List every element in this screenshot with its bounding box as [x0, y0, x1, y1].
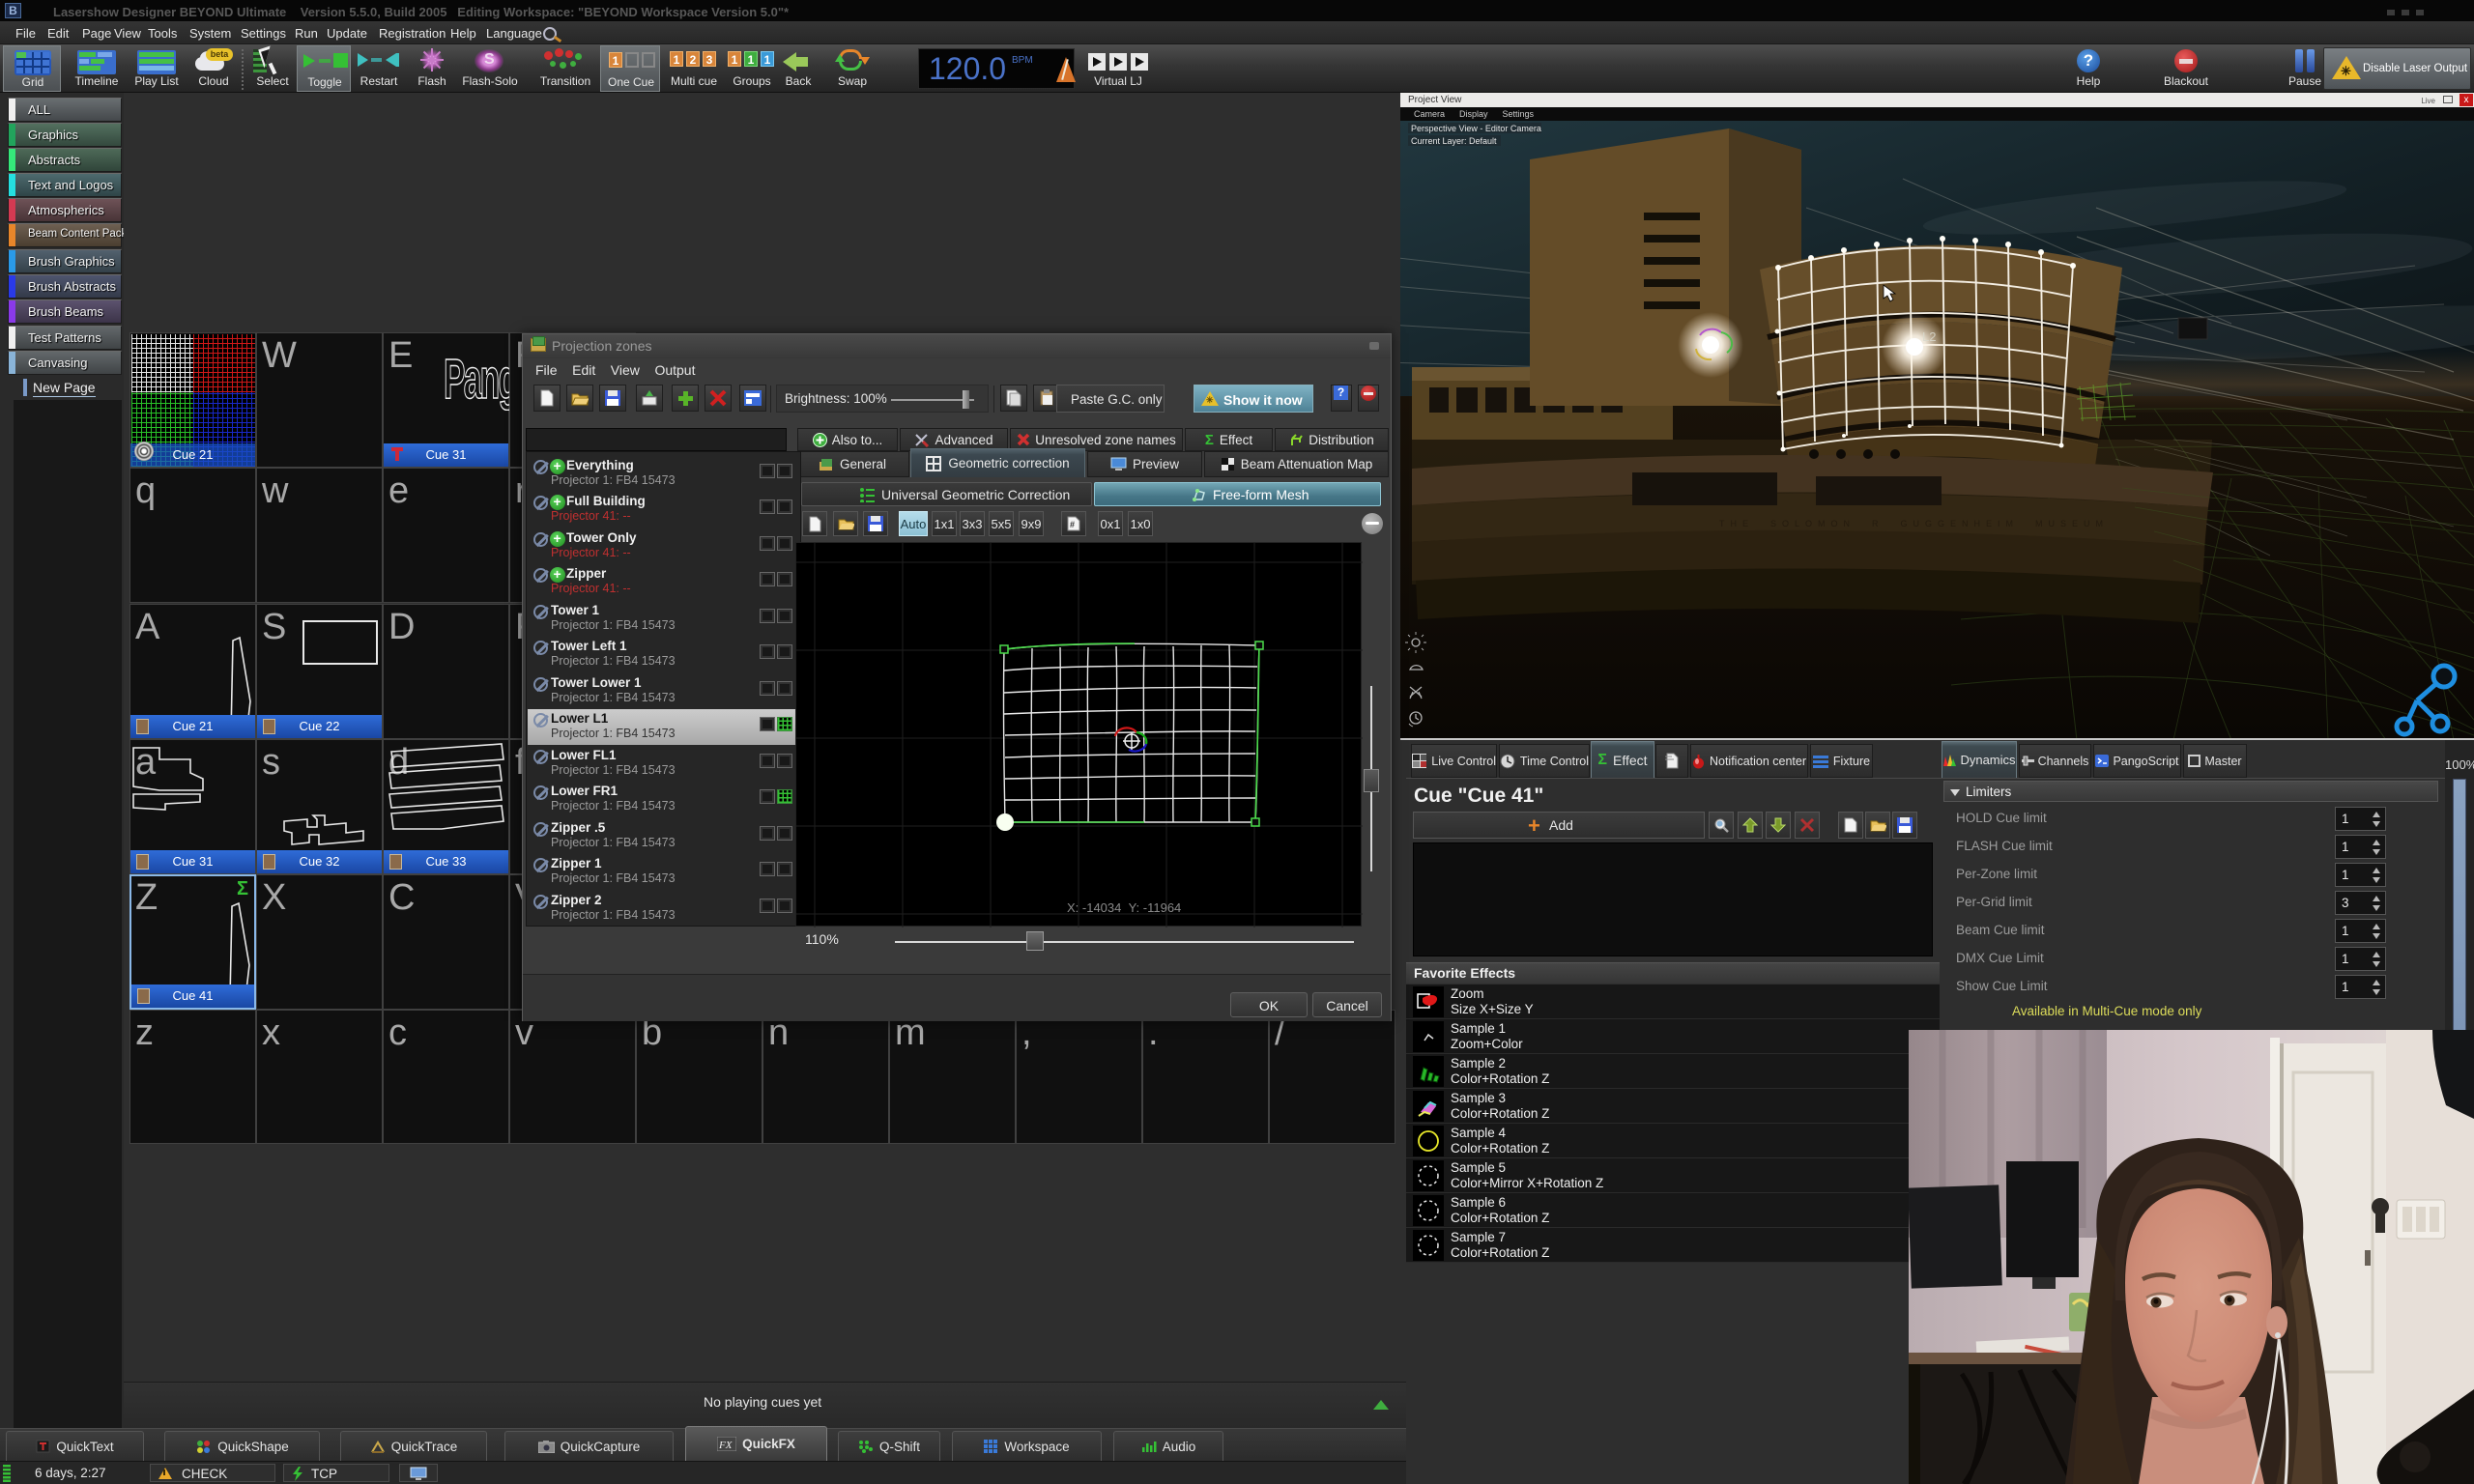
svg-text:Perspective View - Editor Came: Perspective View - Editor Camera: [1411, 124, 1541, 133]
svg-text:L2: L2: [1922, 329, 1936, 344]
svg-text:Current Layer: Default: Current Layer: Default: [1411, 136, 1497, 146]
svg-text:FX: FX: [718, 1440, 734, 1451]
svg-text:X: -14034 Y: -11964: X: -14034 Y: -11964: [1067, 900, 1181, 915]
svg-text:#: #: [1070, 520, 1075, 529]
svg-text:THE SOLOMON R GUGGENHEIM M: THE SOLOMON R GUGGENHEIM MUSEUM: [1719, 519, 2109, 528]
